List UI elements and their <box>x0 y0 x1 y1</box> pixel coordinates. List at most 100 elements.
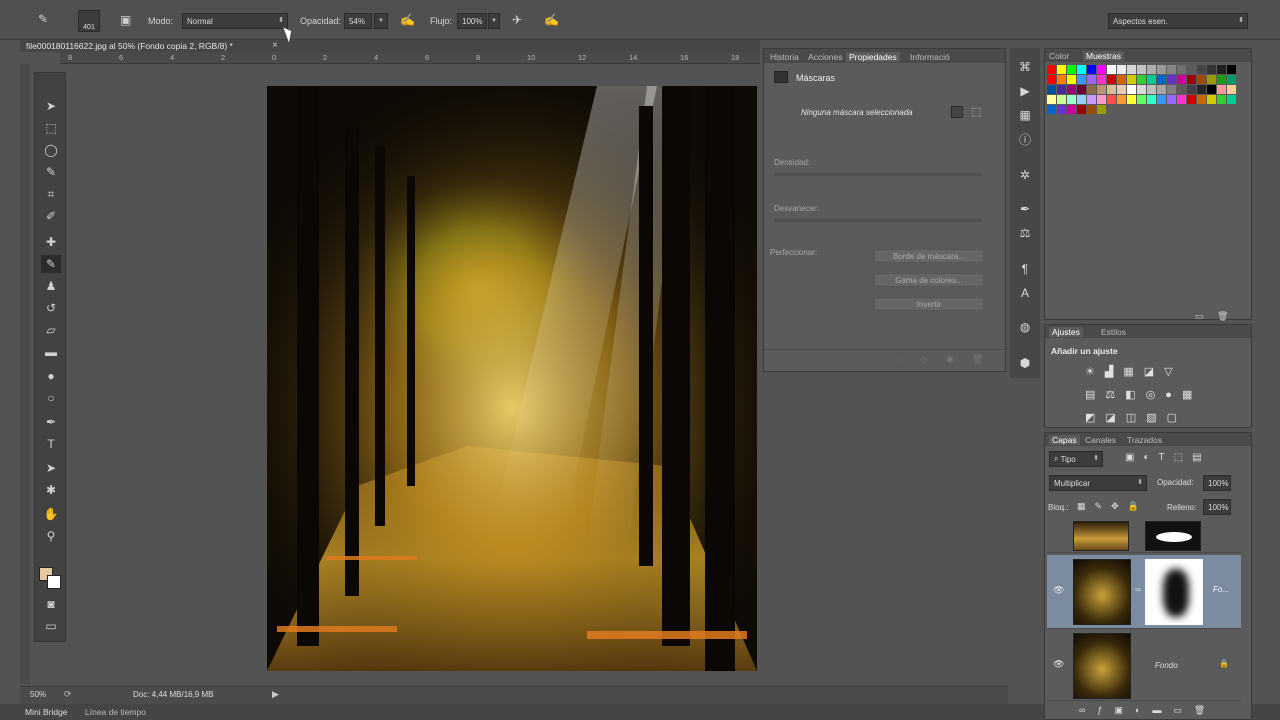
lasso-tool-icon[interactable]: ◯ <box>41 141 61 159</box>
swatch[interactable] <box>1187 75 1196 84</box>
gradient-tool-icon[interactable]: ▬ <box>41 343 61 361</box>
swatch[interactable] <box>1047 105 1056 114</box>
swatch[interactable] <box>1167 65 1176 74</box>
swatch[interactable] <box>1117 65 1126 74</box>
filter-shape-icon[interactable]: ⬚ <box>1174 452 1192 463</box>
visibility-mask-icon[interactable]: ◉ <box>946 354 954 365</box>
visibility-eye-icon[interactable]: 👁 <box>1053 585 1064 596</box>
swatch[interactable] <box>1217 65 1226 74</box>
filter-smart-icon[interactable]: ▤ <box>1192 452 1210 463</box>
swatch[interactable] <box>1087 75 1096 84</box>
brush-preset-picker[interactable]: 401 <box>78 10 100 32</box>
swatch[interactable] <box>1077 95 1086 104</box>
posterize-icon[interactable]: ◪ <box>1105 412 1125 424</box>
swatch[interactable] <box>1117 75 1126 84</box>
tab-info[interactable]: Informació <box>910 52 950 62</box>
3d-panel-icon[interactable]: ⬢ <box>1016 354 1034 372</box>
swatch[interactable] <box>1137 65 1146 74</box>
swatch[interactable] <box>1177 85 1186 94</box>
properties-panel-icon[interactable]: ▦ <box>1016 106 1034 124</box>
density-slider[interactable] <box>774 173 982 176</box>
clone-source-icon[interactable]: ⚖ <box>1016 224 1034 242</box>
layer-row[interactable] <box>1047 519 1241 553</box>
hand-tool-icon[interactable]: ✋ <box>41 505 61 523</box>
delete-layer-icon[interactable]: 🗑 <box>1194 705 1217 715</box>
tab-paths[interactable]: Trazados <box>1127 435 1162 445</box>
airbrush-icon[interactable]: ✈ <box>512 13 522 27</box>
swatch[interactable] <box>1147 95 1156 104</box>
swatch[interactable] <box>1077 65 1086 74</box>
quick-mask-icon[interactable]: ◙ <box>41 595 61 613</box>
brush-tool-icon[interactable]: ✎ <box>38 12 48 26</box>
actions-panel-icon[interactable]: ▶ <box>1016 82 1034 100</box>
hue-saturation-icon[interactable]: ▤ <box>1085 389 1105 401</box>
marquee-tool-icon[interactable]: ⬚ <box>41 119 61 137</box>
quick-selection-tool-icon[interactable]: ✎ <box>41 163 61 181</box>
swatch[interactable] <box>1067 105 1076 114</box>
dodge-tool-icon[interactable]: ○ <box>41 389 61 407</box>
swatch[interactable] <box>1197 95 1206 104</box>
swatch[interactable] <box>1207 75 1216 84</box>
lock-all-icon[interactable]: 🔒 <box>1128 501 1148 511</box>
swatch[interactable] <box>1047 75 1056 84</box>
delete-mask-icon[interactable]: 🗑 <box>972 354 983 365</box>
swatch[interactable] <box>1227 75 1236 84</box>
mask-edge-button[interactable]: Borde de máscara... <box>874 249 984 263</box>
swatch[interactable] <box>1097 65 1106 74</box>
tab-layers[interactable]: Capas <box>1049 435 1080 445</box>
pressure-size-icon[interactable]: ✍ <box>544 13 559 27</box>
swatch[interactable] <box>1147 65 1156 74</box>
shape-tool-icon[interactable]: ✱ <box>41 481 61 499</box>
swatch[interactable] <box>1087 95 1096 104</box>
swatch[interactable] <box>1107 85 1116 94</box>
new-swatch-icon[interactable]: ▭ <box>1195 311 1204 322</box>
swatch[interactable] <box>1057 85 1066 94</box>
swatch[interactable] <box>1077 105 1086 114</box>
invert-adj-icon[interactable]: ◩ <box>1085 412 1105 424</box>
swatch[interactable] <box>1157 75 1166 84</box>
path-selection-tool-icon[interactable]: ➤ <box>41 459 61 477</box>
swatch[interactable] <box>1077 85 1086 94</box>
swatch[interactable] <box>1197 65 1206 74</box>
lock-position-icon[interactable]: ✥ <box>1111 501 1128 511</box>
swatch[interactable] <box>1087 85 1096 94</box>
swatch[interactable] <box>1167 75 1176 84</box>
swatch[interactable] <box>1147 85 1156 94</box>
tab-swatches[interactable]: Muestras <box>1083 51 1124 61</box>
document-canvas[interactable] <box>267 86 757 671</box>
link-chain-icon[interactable]: ∞ <box>1135 585 1141 594</box>
zoom-level[interactable]: 50% <box>30 690 46 699</box>
swatch[interactable] <box>1097 105 1106 114</box>
channel-mixer-icon[interactable]: ● <box>1165 389 1182 401</box>
swatch[interactable] <box>1057 65 1066 74</box>
swatch[interactable] <box>1187 85 1196 94</box>
blur-tool-icon[interactable]: ● <box>41 367 61 385</box>
history-brush-tool-icon[interactable]: ↺ <box>41 299 61 317</box>
new-adjustment-icon[interactable]: ◐ <box>1135 705 1152 715</box>
mode-select[interactable]: Normal ⬍ <box>182 13 288 29</box>
swatch[interactable] <box>1207 85 1216 94</box>
swatch[interactable] <box>1157 85 1166 94</box>
swatch[interactable] <box>1067 75 1076 84</box>
swatch[interactable] <box>1137 75 1146 84</box>
character-panel-icon[interactable]: A <box>1016 284 1034 302</box>
filter-pixel-icon[interactable]: ▣ <box>1125 452 1143 463</box>
layer-row-selected[interactable]: 👁 ∞ Fo... <box>1047 555 1241 629</box>
swatch[interactable] <box>1227 65 1236 74</box>
flow-slider-toggle[interactable]: ▼ <box>488 13 500 29</box>
delete-swatch-icon[interactable]: 🗑 <box>1217 311 1228 322</box>
swatch[interactable] <box>1067 95 1076 104</box>
apply-mask-icon[interactable]: ◇ <box>920 354 927 365</box>
swatch[interactable] <box>1047 85 1056 94</box>
swatch[interactable] <box>1067 85 1076 94</box>
swatch[interactable] <box>1217 95 1226 104</box>
history-panel-icon[interactable]: ⌘ <box>1016 58 1034 76</box>
layer-filter-select[interactable]: ⌕ Tipo ⬍ <box>1049 451 1103 467</box>
tab-adjustments[interactable]: Ajustes <box>1049 327 1083 337</box>
swatch[interactable] <box>1077 75 1086 84</box>
filter-type-icon[interactable]: T <box>1159 452 1174 463</box>
visibility-eye-icon[interactable]: 👁 <box>1053 659 1064 670</box>
swatch[interactable] <box>1117 85 1126 94</box>
swatch[interactable] <box>1137 85 1146 94</box>
eraser-tool-icon[interactable]: ▱ <box>41 321 61 339</box>
